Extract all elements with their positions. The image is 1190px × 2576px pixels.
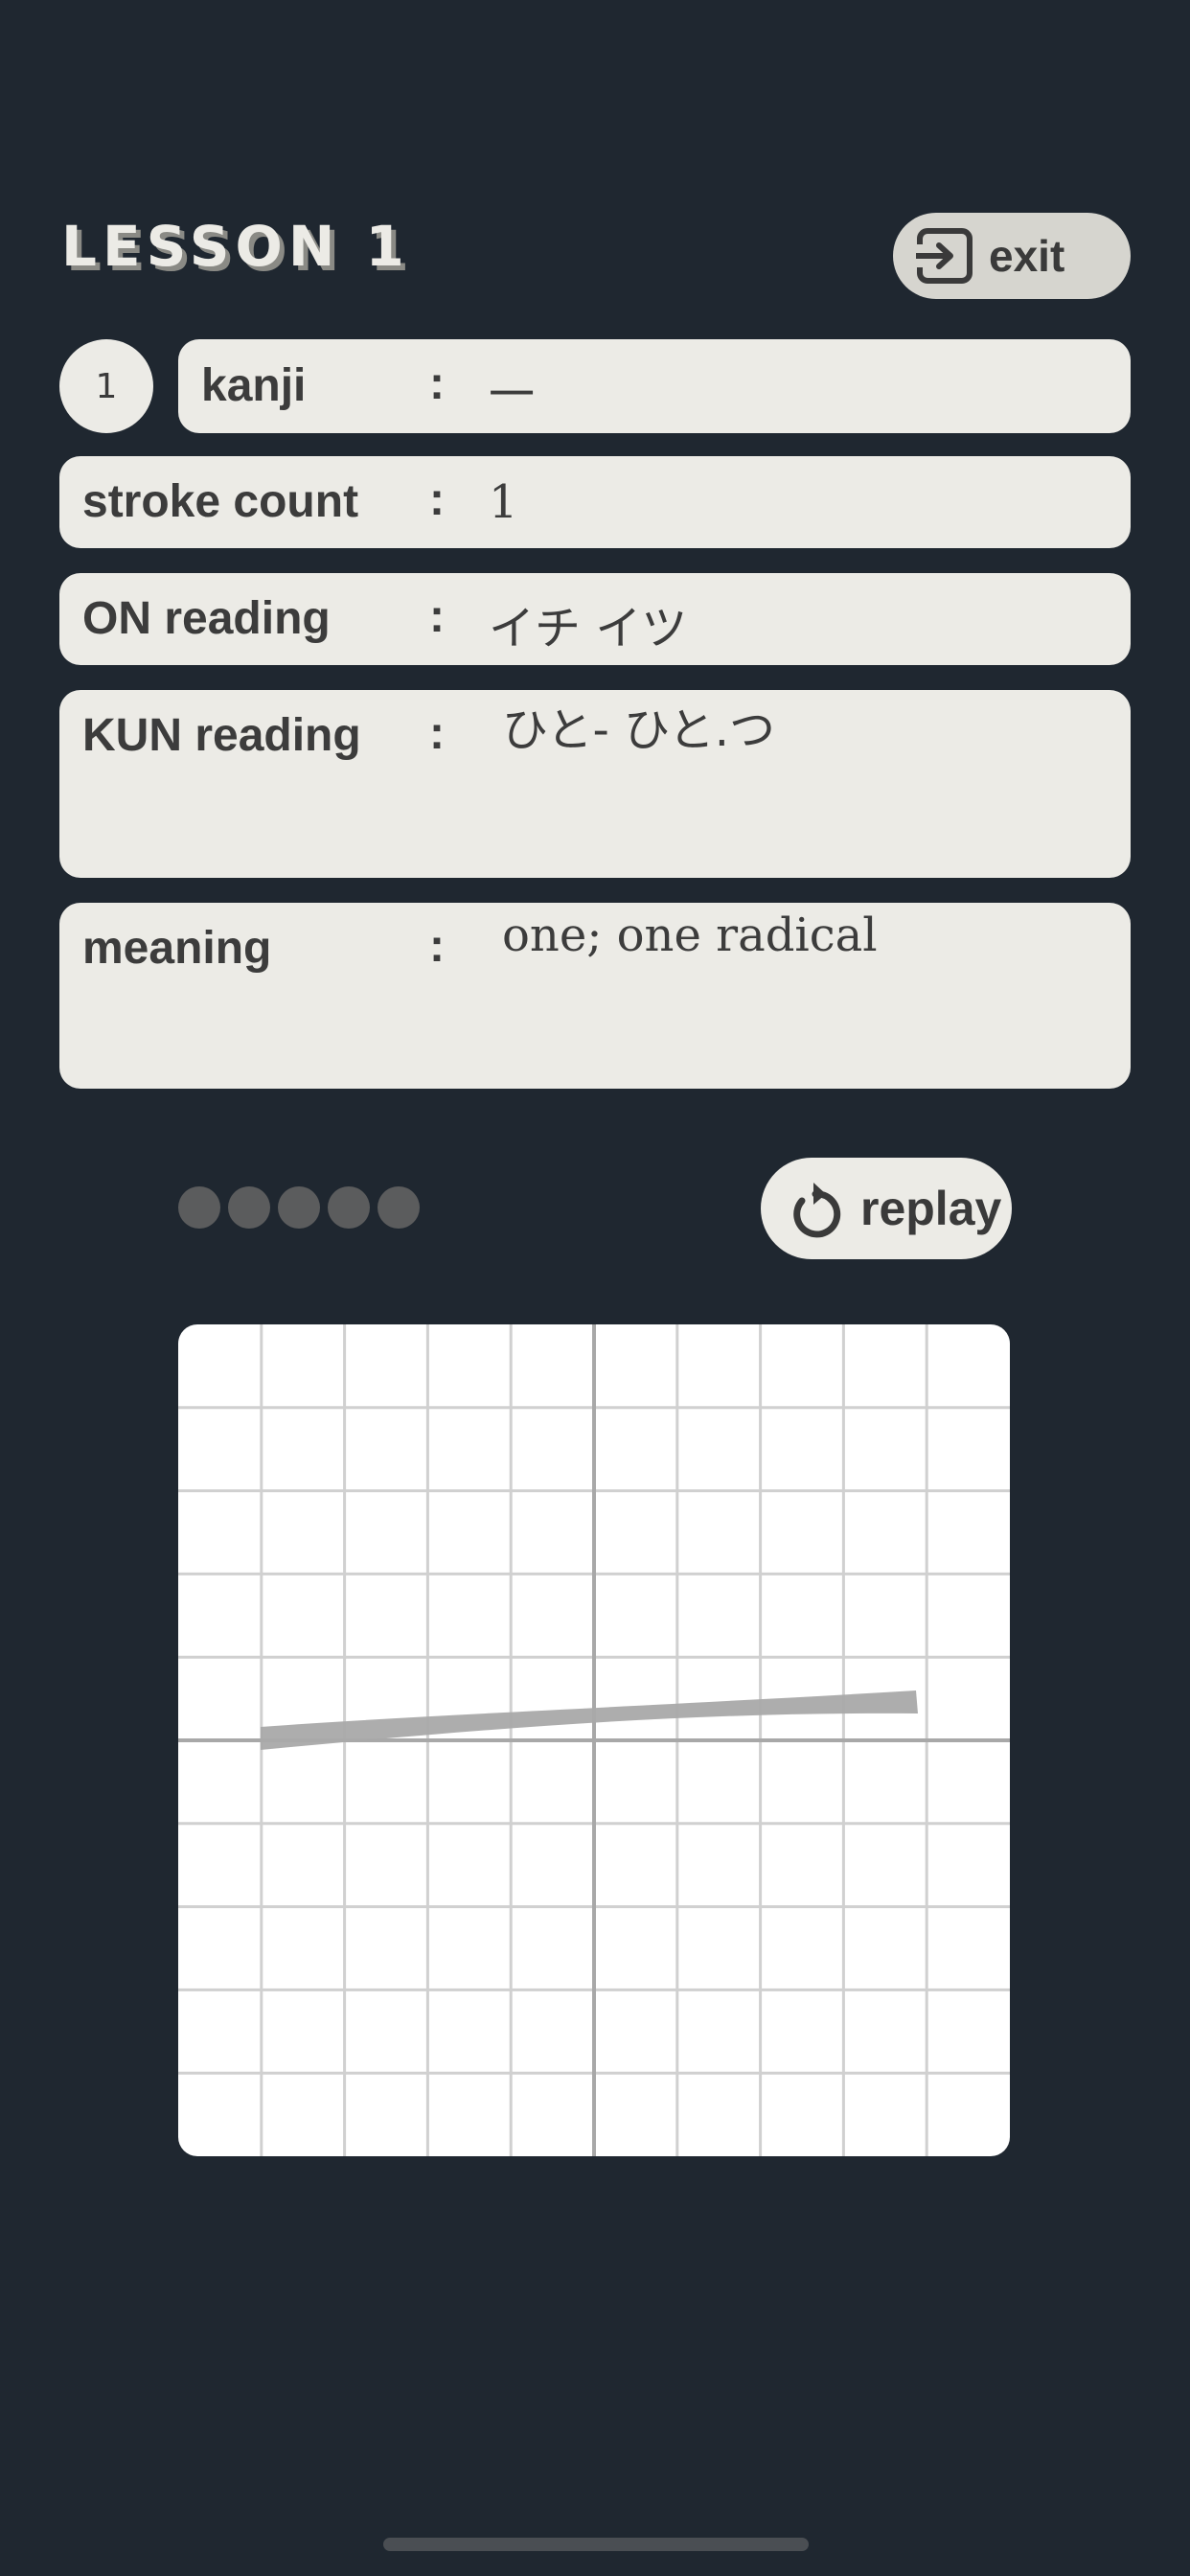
kanji-row: kanji : 一 (178, 339, 1131, 433)
replay-button[interactable]: replay (761, 1158, 1012, 1259)
exit-button[interactable]: exit (893, 213, 1131, 299)
kanji-label: kanji (201, 360, 307, 411)
on-reading-separator: : (429, 591, 445, 642)
kanji-value: 一 (489, 368, 536, 422)
kanji-separator: : (429, 358, 445, 409)
kanji-index-badge: 1 (59, 339, 153, 433)
stroke-drawing-canvas[interactable] (178, 1324, 1010, 2156)
meaning-row: meaning : one; one radical (59, 903, 1131, 1089)
stroke-count-label: stroke count (82, 476, 359, 527)
meaning-value: one; one radical (502, 908, 878, 962)
stroke-progress-dot (228, 1186, 270, 1229)
meaning-separator: : (429, 921, 445, 972)
kun-reading-label: KUN reading (82, 710, 361, 761)
replay-label: replay (860, 1182, 1002, 1235)
stroke-progress-dot (328, 1186, 370, 1229)
lesson-title: LESSON 1 (61, 214, 410, 279)
home-indicator[interactable] (383, 2538, 809, 2551)
meaning-label: meaning (82, 923, 272, 974)
on-reading-value: イチ イツ (489, 602, 688, 656)
stroke-count-separator: : (429, 474, 445, 525)
stroke-progress-dot (278, 1186, 320, 1229)
exit-label: exit (989, 231, 1065, 281)
stroke-progress-dot (378, 1186, 420, 1229)
kun-reading-value: ひと- ひと.つ (502, 703, 775, 757)
on-reading-label: ON reading (82, 593, 331, 644)
stroke-count-value: 1 (489, 475, 518, 529)
exit-icon (916, 228, 973, 284)
stroke-progress-dot (178, 1186, 220, 1229)
on-reading-row: ON reading : イチ イツ (59, 573, 1131, 665)
kun-reading-separator: : (429, 708, 445, 759)
stroke-count-row: stroke count : 1 (59, 456, 1131, 548)
replay-icon (793, 1183, 841, 1238)
kun-reading-row: KUN reading : ひと- ひと.つ (59, 690, 1131, 878)
stroke-grid (178, 1324, 1010, 2156)
